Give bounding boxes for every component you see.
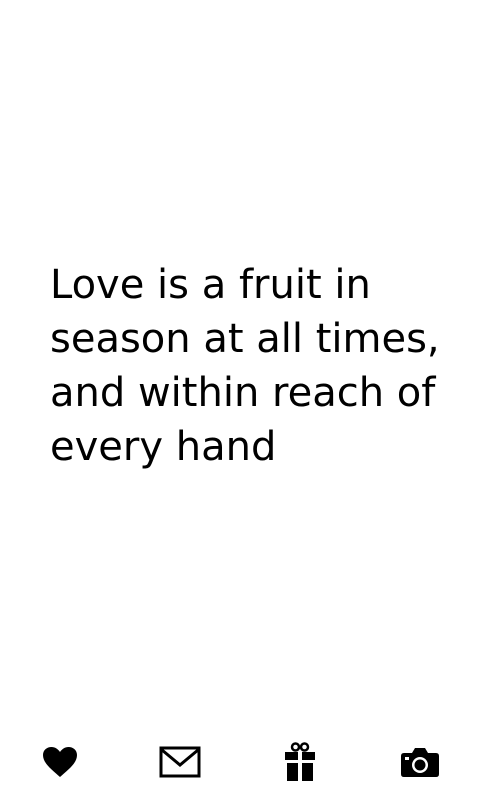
quote-text: Love is a fruit in season at all times, … [50, 262, 440, 470]
gift-button[interactable] [278, 740, 322, 784]
mail-icon [159, 746, 201, 778]
heart-icon [43, 747, 77, 777]
camera-button[interactable] [398, 740, 442, 784]
camera-icon [401, 748, 439, 777]
like-button[interactable] [38, 740, 82, 784]
email-button[interactable] [158, 740, 202, 784]
bottom-toolbar [0, 740, 480, 784]
gift-icon [285, 742, 315, 781]
quote-container: Love is a fruit in season at all times, … [50, 258, 450, 474]
